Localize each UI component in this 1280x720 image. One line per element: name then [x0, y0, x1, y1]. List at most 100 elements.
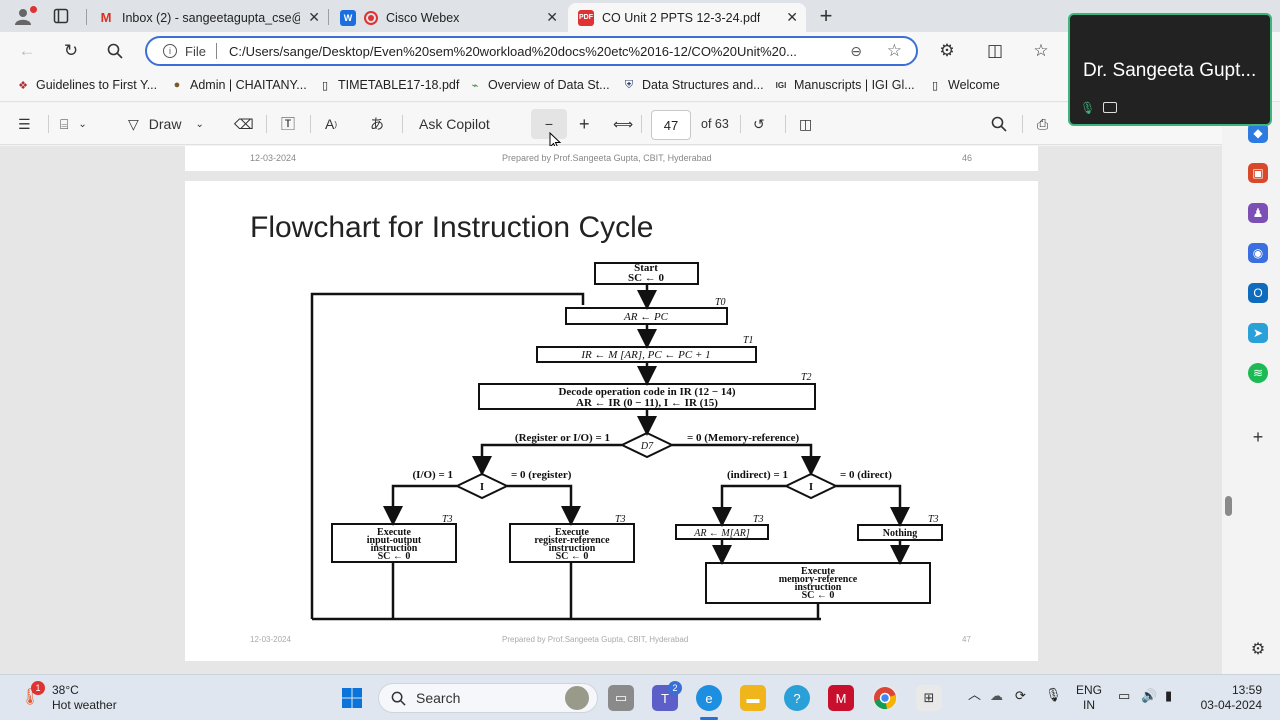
page-number-input[interactable]: 47 — [651, 110, 691, 140]
address-bar[interactable]: i File C:/Users/sange/Desktop/Even%20sem… — [145, 36, 918, 66]
store-icon[interactable]: ⊞ — [916, 685, 942, 711]
fc-t3: T3 — [442, 514, 453, 525]
favorite-label: Data Structures and... — [642, 78, 764, 92]
shield-icon: ⛨ — [624, 78, 634, 91]
vertical-scrollbar[interactable] — [1222, 146, 1236, 674]
fc-ir-fetch: IR ← M [AR], PC ← PC + 1 — [580, 349, 710, 361]
page-number: 47 — [663, 117, 679, 133]
tab-separator — [328, 9, 329, 25]
volume-icon[interactable]: 🔊 — [1141, 688, 1157, 703]
add-sidebar-app-icon[interactable]: + — [1248, 427, 1268, 447]
favorite-star-icon[interactable]: ☆ — [887, 41, 902, 61]
shopping-icon[interactable]: ▣ — [1248, 163, 1268, 183]
copilot-icon[interactable]: ◆ — [1248, 123, 1268, 143]
info-icon[interactable]: i — [163, 44, 177, 58]
favorites-icon[interactable]: ☆ — [1030, 40, 1052, 62]
favorite-item[interactable]: ⛨ Data Structures and... — [622, 78, 764, 92]
workspaces-icon[interactable] — [50, 5, 72, 27]
read-aloud-icon[interactable]: A) — [325, 114, 337, 134]
search-icon[interactable] — [104, 40, 126, 62]
ask-copilot-button[interactable]: Ask Copilot — [419, 114, 490, 134]
divider — [785, 115, 786, 133]
mcafee-icon[interactable]: M — [828, 685, 854, 711]
split-screen-icon[interactable]: ◫ — [984, 40, 1006, 62]
close-icon[interactable]: ✕ — [308, 9, 320, 26]
fit-page-icon[interactable]: ⟺ — [613, 114, 633, 134]
fc-d7-right: = 0 (Memory-reference) — [687, 432, 799, 444]
pdf-icon: PDF — [578, 9, 594, 26]
refresh-icon[interactable]: ↻ — [60, 40, 82, 62]
scrollbar-thumb[interactable] — [1225, 496, 1232, 516]
file-explorer-icon[interactable]: ▬ — [740, 685, 766, 711]
back-icon[interactable]: ← — [16, 40, 38, 62]
zoom-icon[interactable]: ⊖ — [850, 43, 862, 60]
microphone-icon[interactable]: 🎙 — [1080, 101, 1095, 115]
draw-button[interactable]: ▽ Draw ⌄ — [128, 114, 204, 134]
divider — [215, 43, 217, 59]
favorite-item[interactable]: ● Admin | CHAITANY... — [170, 78, 307, 92]
page-view-icon[interactable]: ◫ — [799, 114, 812, 134]
eraser-icon[interactable]: ⌫ — [234, 114, 254, 134]
highlight-icon[interactable]: ⌸ ⌄ — [60, 114, 87, 134]
participant-name: Dr. Sangeeta Gupt... — [1083, 60, 1257, 81]
m365-icon[interactable]: ◉ — [1248, 243, 1268, 263]
close-icon[interactable]: ✕ — [546, 9, 558, 26]
favorite-label: Admin | CHAITANY... — [190, 78, 307, 92]
add-text-icon[interactable]: 🅃 — [281, 114, 295, 134]
fc-ar-pc: AR ← PC — [623, 311, 669, 323]
tab-gmail[interactable]: M Inbox (2) - sangeetagupta_cse@c ✕ — [88, 3, 328, 32]
favorite-item[interactable]: IGI Manuscripts | IGI Gl... — [774, 78, 915, 92]
print-icon[interactable]: ⎙ — [1037, 114, 1048, 134]
fc-indirect: AR ← M[AR] — [693, 528, 750, 539]
fc-rr-4: SC ← 0 — [556, 551, 589, 562]
weather-widget[interactable]: 38°C Hot weather — [52, 683, 117, 713]
url-text[interactable]: C:/Users/sange/Desktop/Even%20sem%20work… — [229, 44, 819, 59]
show-hidden-icons[interactable]: ︿ — [968, 687, 981, 702]
translate-icon[interactable]: あ — [370, 114, 384, 134]
tab-pdf[interactable]: PDF CO Unit 2 PPTS 12-3-24.pdf ✕ — [568, 3, 806, 32]
pdf-document-view[interactable]: 12-03-2024 Prepared by Prof.Sangeeta Gup… — [0, 146, 1222, 674]
outlook-icon[interactable]: O — [1248, 283, 1268, 303]
webex-icon: W — [340, 9, 356, 26]
fc-t3: T3 — [753, 514, 764, 525]
onedrive-icon[interactable]: ☁ — [990, 688, 1003, 703]
display-icon[interactable]: ▭ — [1118, 688, 1130, 703]
settings-icon[interactable]: ⚙ — [1248, 639, 1268, 659]
task-view-icon[interactable]: ▭ — [608, 685, 634, 711]
favorite-item[interactable]: ⌁ Overview of Data St... — [468, 78, 610, 92]
favorite-item[interactable]: ❖ Guidelines to First Y... — [16, 78, 157, 92]
new-tab-icon[interactable]: + — [815, 3, 837, 28]
favorite-label: Guidelines to First Y... — [36, 78, 158, 92]
profile-alert-badge — [30, 6, 37, 13]
favorite-item[interactable]: ▯ TIMETABLE17-18.pdf — [318, 78, 459, 92]
taskbar-search[interactable]: Search — [378, 683, 598, 713]
divider — [266, 115, 267, 133]
windows-start-icon[interactable] — [339, 685, 365, 711]
language-indicator[interactable]: ENG IN — [1076, 683, 1102, 713]
page-footer-credit: Prepared by Prof.Sangeeta Gupta, CBIT, H… — [502, 153, 712, 163]
edge-sidebar: ◆ ▣ ♟ ◉ O ➤ ≋ + ⚙ — [1236, 103, 1280, 674]
contents-icon[interactable]: ☰ — [18, 114, 31, 134]
tab-webex[interactable]: W Cisco Webex ✕ — [330, 3, 566, 32]
help-icon[interactable]: ? — [784, 685, 810, 711]
battery-icon[interactable]: ▮ — [1165, 688, 1172, 703]
favorite-item[interactable]: ▯ Welcome — [928, 78, 1000, 92]
edge-icon[interactable]: e — [696, 685, 722, 711]
share-icon[interactable] — [1103, 102, 1117, 113]
microphone-icon[interactable]: 🎙 — [1045, 687, 1062, 702]
fc-i-left-l: (I/O) = 1 — [413, 469, 454, 481]
games-icon[interactable]: ♟ — [1248, 203, 1268, 223]
telegram-icon[interactable]: ➤ — [1248, 323, 1268, 343]
rotate-icon[interactable]: ↺ — [753, 114, 765, 134]
clock[interactable]: 13:59 03-04-2024 — [1196, 683, 1262, 713]
extensions-icon[interactable]: ⚙ — [936, 40, 958, 62]
webex-video-tile[interactable]: Dr. Sangeeta Gupt... 🎙 — [1068, 13, 1272, 126]
tab-separator — [86, 9, 87, 25]
sync-icon[interactable]: ⟳ — [1015, 688, 1026, 703]
find-icon[interactable] — [991, 114, 1007, 134]
close-icon[interactable]: ✕ — [786, 9, 798, 26]
fc-t3: T3 — [615, 514, 626, 525]
chrome-icon[interactable] — [872, 685, 898, 711]
spotify-icon[interactable]: ≋ — [1248, 363, 1268, 383]
zoom-in-button[interactable]: + — [579, 114, 590, 134]
